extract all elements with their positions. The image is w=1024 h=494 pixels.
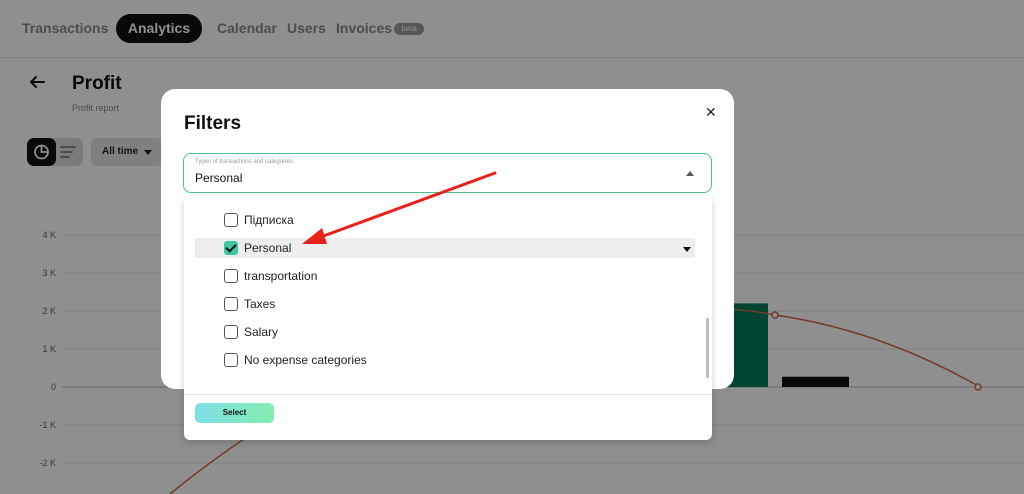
annotation-arrow-icon	[302, 171, 497, 244]
